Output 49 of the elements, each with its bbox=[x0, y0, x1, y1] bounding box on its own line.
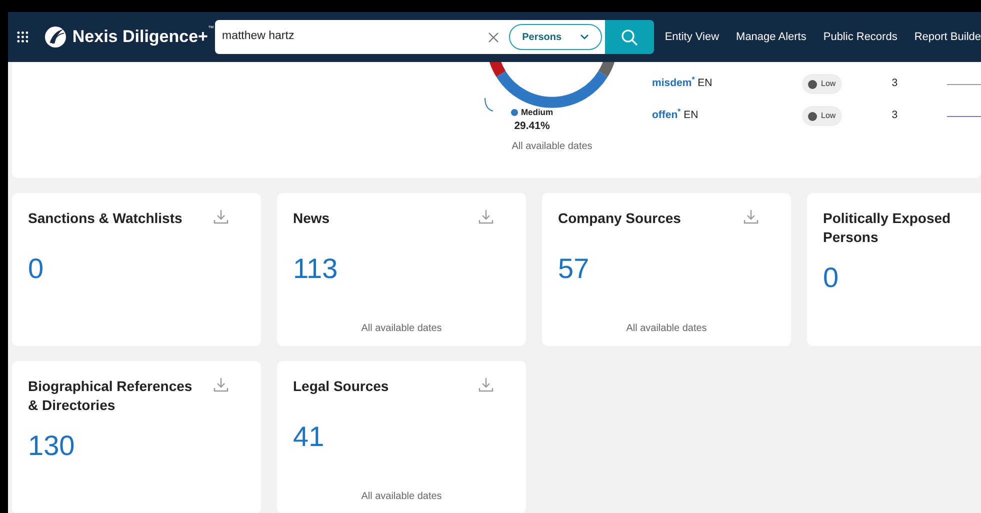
card-title: Company Sources bbox=[558, 209, 681, 228]
apps-grid-icon[interactable] bbox=[17, 31, 28, 43]
nav-link[interactable]: Manage Alerts bbox=[736, 28, 806, 46]
clear-icon[interactable] bbox=[488, 32, 500, 42]
result-card[interactable]: Company Sources 57 All available dates bbox=[542, 193, 791, 346]
date-range-label: All available dates bbox=[361, 490, 442, 504]
card-title: Legal Sources bbox=[293, 377, 389, 396]
card-title: Biographical References & Directories bbox=[28, 377, 194, 415]
term-count: 3 bbox=[892, 76, 899, 92]
card-title: Sanctions & Watchlists bbox=[28, 209, 182, 228]
result-count[interactable]: 41 bbox=[293, 421, 324, 452]
search-field[interactable]: matthew hartz Persons bbox=[214, 20, 606, 54]
download-icon[interactable] bbox=[213, 209, 229, 225]
legend-label: Medium bbox=[520, 106, 554, 119]
risk-term[interactable]: offen$^{*}$ EN bbox=[652, 108, 802, 124]
date-range-label: All available dates bbox=[512, 140, 592, 154]
result-count[interactable]: 113 bbox=[293, 253, 338, 284]
download-icon[interactable] bbox=[478, 377, 494, 393]
logo-icon bbox=[44, 25, 68, 49]
search-icon bbox=[620, 28, 638, 46]
result-card[interactable]: Sanctions & Watchlists 0 bbox=[12, 193, 261, 346]
risk-term[interactable]: misdem$^{*}$ EN bbox=[652, 76, 802, 92]
download-icon[interactable] bbox=[213, 377, 229, 393]
legend-percent: 29.41% bbox=[514, 118, 550, 134]
result-count[interactable]: 0 bbox=[823, 262, 839, 293]
result-count[interactable]: 57 bbox=[558, 253, 590, 284]
risk-level-badge: Low bbox=[802, 74, 842, 94]
search-button[interactable] bbox=[605, 20, 654, 54]
nav-link[interactable]: Public Records bbox=[823, 28, 898, 46]
category-dropdown[interactable]: Persons bbox=[509, 24, 602, 50]
brand-name: Nexis Diligence+ bbox=[72, 26, 208, 48]
term-count: 3 bbox=[892, 108, 899, 124]
result-count[interactable]: 0 bbox=[28, 253, 44, 284]
card-title: News bbox=[293, 209, 330, 228]
download-icon[interactable] bbox=[743, 209, 759, 225]
card-title: Politically Exposed Persons bbox=[823, 209, 952, 247]
result-card[interactable]: Legal Sources 41 All available dates bbox=[277, 361, 526, 513]
download-icon[interactable] bbox=[478, 209, 494, 225]
result-card[interactable]: Biographical References & Directories 130 bbox=[12, 361, 261, 513]
result-count[interactable]: 130 bbox=[28, 430, 75, 461]
result-card[interactable]: News 113 All available dates bbox=[277, 193, 526, 346]
date-range-label: All available dates bbox=[361, 322, 442, 336]
nav-link[interactable]: Entity View bbox=[664, 28, 720, 46]
leader-line bbox=[484, 98, 494, 112]
risk-level-badge: Low bbox=[802, 106, 842, 126]
date-range-label: All available dates bbox=[626, 322, 707, 336]
result-card[interactable]: Politically Exposed Persons 0 bbox=[807, 193, 981, 346]
chevron-down-icon bbox=[580, 34, 590, 40]
nav-link[interactable]: Report Builde bbox=[914, 28, 981, 46]
